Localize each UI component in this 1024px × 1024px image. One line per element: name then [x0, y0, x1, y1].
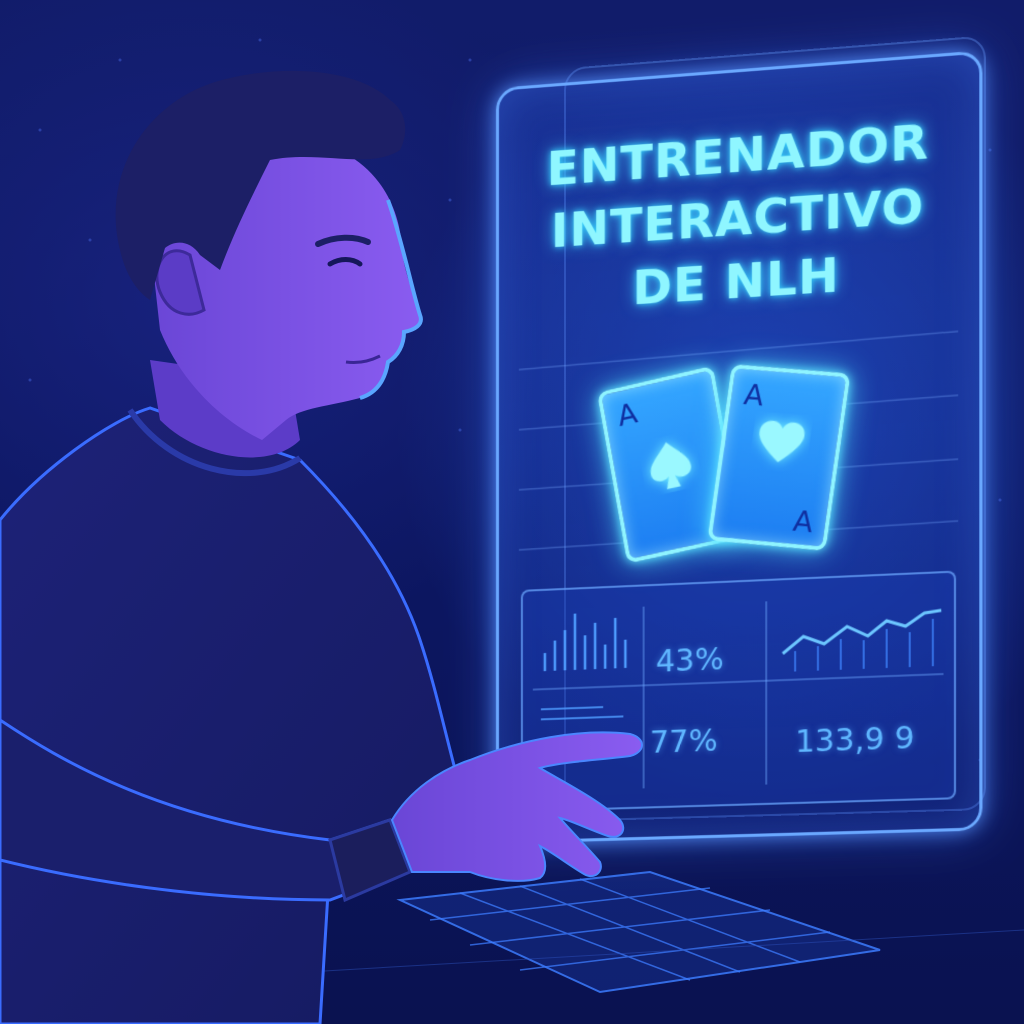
person-illustration: [0, 0, 1024, 1024]
shirt: [0, 408, 470, 1024]
scene: ENTRENADOR INTERACTIVO DE NLH A A A 43% …: [0, 0, 1024, 1024]
